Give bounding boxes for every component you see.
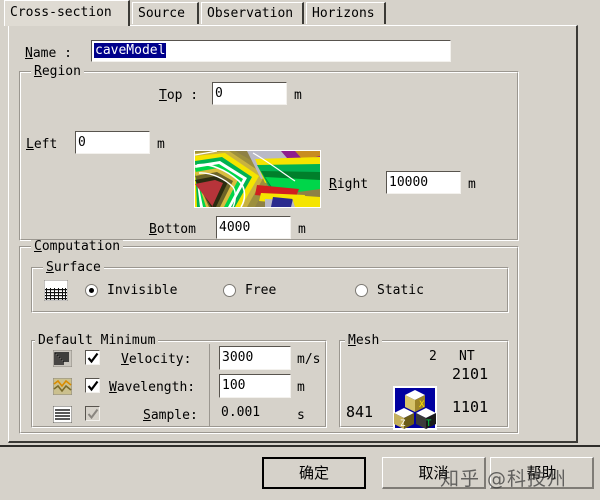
tab-label: Observation [207,6,294,21]
mesh-dim-value: 2 [429,349,437,364]
tab-label: Cross-section [10,5,112,20]
mesh-nx-value: 841 [346,403,374,421]
radio-surface-static-label: Static [377,283,424,298]
surface-group-title: Surface [43,261,104,274]
left-input-value: 0 [78,135,86,150]
right-label: Right [329,177,369,192]
sample-value: 0.001 [219,404,291,424]
top-input[interactable]: 0 [212,82,287,105]
left-label: Left [26,137,58,152]
sample-unit: s [297,408,305,423]
wavelength-unit: m [297,380,305,395]
sample-label: Sample: [143,408,198,423]
radio-surface-free[interactable] [223,284,236,297]
tab-source[interactable]: Source [132,2,199,24]
right-unit: m [468,177,476,192]
right-input[interactable]: 10000 [386,171,461,194]
radio-surface-invisible-label: Invisible [107,283,178,298]
top-label: Top : [159,88,199,103]
velocity-input[interactable]: 3000 [219,346,291,370]
checkbox-sample[interactable] [85,406,100,421]
ok-button[interactable]: 确定 [262,457,366,489]
radio-surface-invisible[interactable] [85,284,98,297]
axis-cube-icon[interactable]: X Z T [393,386,437,430]
dialog-window: Cross-section Source Observation Horizon… [0,0,600,500]
velocity-label: Velocity: [121,352,192,367]
region-group-title: Region [31,65,84,78]
svg-text:Z: Z [400,419,406,429]
bottom-input[interactable]: 4000 [216,216,291,239]
radio-surface-free-label: Free [245,283,277,298]
tab-page-cross-section: Name : caveModel Region Top : 0 m Left 0… [8,25,578,443]
top-unit: m [294,88,302,103]
radio-dot [88,287,94,293]
surface-hatch-icon [44,280,68,301]
default-minimum-divider [209,344,210,426]
velocity-contour-icon [53,350,72,367]
velocity-input-value: 3000 [222,350,254,365]
velocity-unit: m/s [297,352,321,367]
watermark: 知乎 @科技州 [440,468,568,490]
bottom-input-value: 4000 [219,220,251,235]
default-minimum-group-title: Default Minimum [35,334,159,347]
wavelength-input[interactable]: 100 [219,374,291,398]
name-label: Name : [25,46,72,61]
tab-label: Horizons [312,6,375,21]
mesh-group-title: Mesh [345,334,383,347]
right-input-value: 10000 [389,175,429,190]
checkbox-velocity[interactable] [85,350,100,365]
geological-cross-section-preview [194,150,321,208]
ok-button-label: 确定 [298,464,329,482]
tab-label: Source [138,6,185,21]
top-input-value: 0 [215,86,223,101]
radio-surface-static[interactable] [355,284,368,297]
sample-value-text: 0.001 [221,405,261,420]
tab-cross-section[interactable]: Cross-section [4,0,130,26]
mesh-nt-value: 2101 [452,365,489,383]
bottom-unit: m [298,222,306,237]
wavelength-wave-icon [53,378,72,395]
mesh-nt-label: NT [459,349,475,364]
name-input[interactable]: caveModel [91,40,451,62]
mesh-nz-value: 1101 [452,398,489,416]
wavelength-input-value: 100 [222,378,246,393]
wavelength-label: Wavelength: [109,380,196,395]
name-input-value: caveModel [94,43,167,58]
checkbox-wavelength[interactable] [85,378,100,393]
button-bar: 确定 取消 帮助 知乎 @科技州 [0,445,600,500]
svg-text:X: X [419,400,425,410]
bottom-label: Bottom [149,222,196,237]
left-unit: m [157,137,165,152]
tab-observation[interactable]: Observation [201,2,304,24]
computation-group-title: Computation [31,240,124,253]
svg-text:T: T [426,419,432,429]
sample-lines-icon [53,406,72,423]
tab-strip: Cross-section Source Observation Horizon… [0,0,600,26]
left-input[interactable]: 0 [75,131,150,154]
tab-horizons[interactable]: Horizons [306,2,386,24]
